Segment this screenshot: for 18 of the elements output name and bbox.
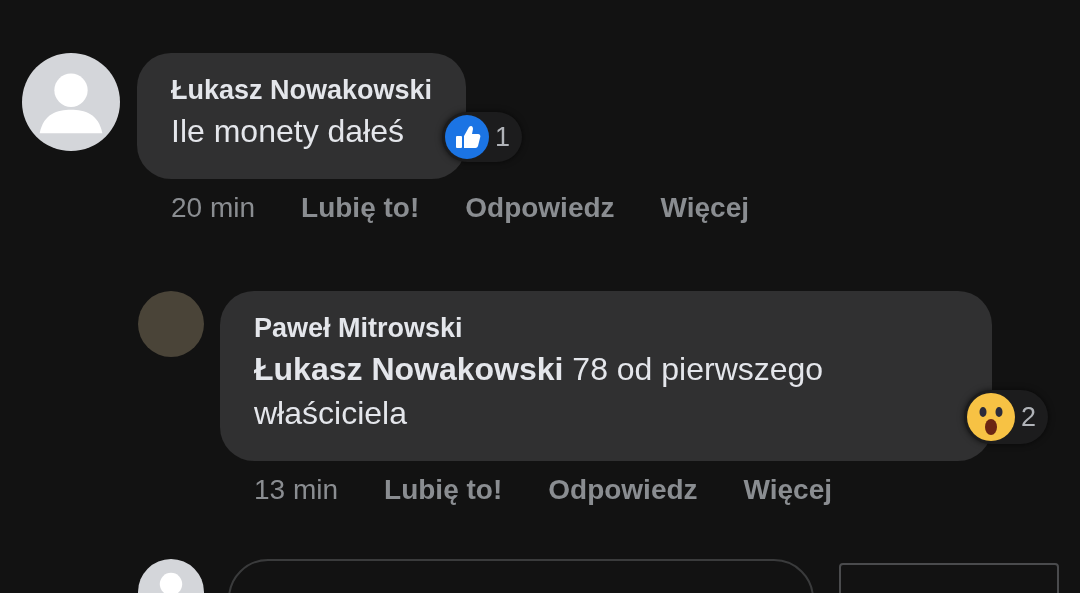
reaction-count: 1 [495, 121, 511, 153]
comment-action-link[interactable]: Więcej [660, 191, 750, 225]
comment-time: 20 min [171, 191, 256, 225]
comment-action-link[interactable]: Odpowiedz [465, 191, 615, 225]
comment-action-link[interactable]: Odpowiedz [548, 473, 698, 507]
reaction-badge[interactable]: 1 [442, 112, 523, 162]
surprised-face-icon [966, 393, 1015, 441]
comment-time: 13 min [254, 473, 339, 507]
comment-action-link[interactable]: Lubię to! [384, 473, 503, 507]
thumbs-up-icon [445, 115, 490, 159]
comment-text: Ile monety dałeś [171, 112, 405, 151]
comment-text: Łukasz Nowakowski 78 od pierwszego właściciela [254, 350, 825, 433]
comment-author[interactable]: Paweł Mitrowski [254, 309, 958, 347]
reaction-badge[interactable]: 2 [963, 390, 1048, 444]
reaction-count: 2 [1020, 401, 1036, 433]
comment-author[interactable]: Łukasz Nowakowski [171, 71, 433, 109]
comment-action-link[interactable]: Więcej [743, 473, 833, 507]
comment-action-link[interactable]: Lubię to! [301, 191, 420, 225]
